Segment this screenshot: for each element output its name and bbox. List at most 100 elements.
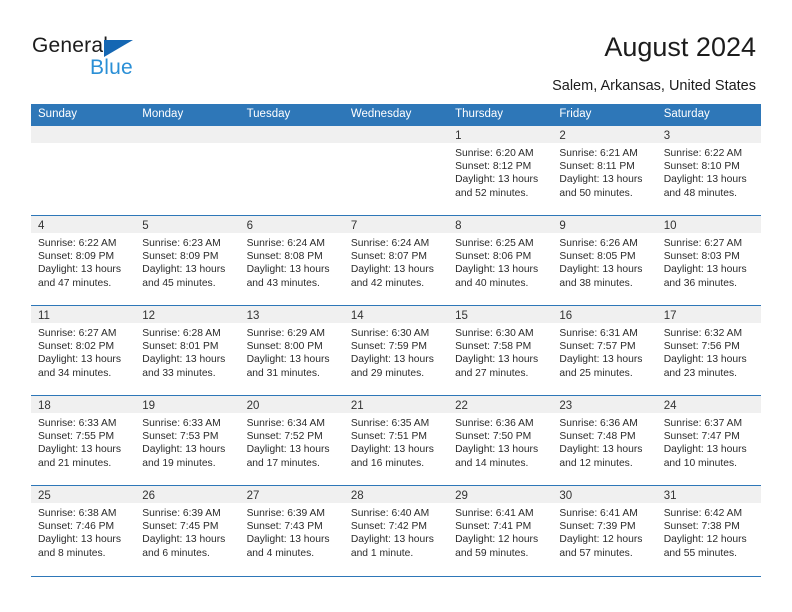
day-details: Sunrise: 6:40 AM Sunset: 7:42 PM Dayligh… (344, 503, 448, 560)
day-number: 1 (455, 130, 462, 142)
day-cell[interactable]: 5 Sunrise: 6:23 AM Sunset: 8:09 PM Dayli… (135, 216, 240, 305)
day-cell[interactable]: 22 Sunrise: 6:36 AM Sunset: 7:50 PM Dayl… (448, 396, 553, 485)
day-number-bar: 1 (448, 126, 553, 143)
sunset-line: Sunset: 7:51 PM (350, 431, 427, 443)
sunset-line: Sunset: 7:52 PM (246, 431, 323, 443)
day-cell[interactable]: 23 Sunrise: 6:36 AM Sunset: 7:48 PM Dayl… (552, 396, 657, 485)
day-cell[interactable]: 15 Sunrise: 6:30 AM Sunset: 7:58 PM Dayl… (448, 306, 553, 395)
day-number: 18 (38, 400, 51, 412)
day-cell[interactable]: 30 Sunrise: 6:41 AM Sunset: 7:39 PM Dayl… (552, 486, 657, 576)
day-number-bar: 6 (239, 216, 344, 233)
day-cell[interactable]: 7 Sunrise: 6:24 AM Sunset: 8:07 PM Dayli… (343, 216, 449, 305)
logo-text-blue: Blue (90, 56, 133, 79)
day-cell[interactable]: 27 Sunrise: 6:39 AM Sunset: 7:43 PM Dayl… (239, 486, 344, 576)
sunset-line: Sunset: 7:55 PM (38, 431, 115, 443)
sunrise-line: Sunrise: 6:25 AM (455, 238, 534, 249)
day-cell[interactable]: 12 Sunrise: 6:28 AM Sunset: 8:01 PM Dayl… (135, 306, 240, 395)
daylight-line-2: and 42 minutes. (350, 277, 425, 289)
sunrise-line: Sunrise: 6:24 AM (246, 238, 325, 249)
daylight-line-1: Daylight: 13 hours (455, 444, 539, 456)
calendar-grid: Sunday Monday Tuesday Wednesday Thursday… (31, 104, 761, 577)
day-cell[interactable]: 29 Sunrise: 6:41 AM Sunset: 7:41 PM Dayl… (448, 486, 553, 576)
day-cell[interactable]: 21 Sunrise: 6:35 AM Sunset: 7:51 PM Dayl… (343, 396, 449, 485)
day-details: Sunrise: 6:41 AM Sunset: 7:39 PM Dayligh… (552, 503, 656, 560)
day-cell[interactable]: 19 Sunrise: 6:33 AM Sunset: 7:53 PM Dayl… (135, 396, 240, 485)
day-cell[interactable]: 2 Sunrise: 6:21 AM Sunset: 8:11 PM Dayli… (552, 126, 657, 215)
daylight-line-2: and 55 minutes. (663, 547, 737, 559)
day-number-bar: 24 (656, 396, 761, 413)
daylight-line-2: and 12 minutes. (559, 457, 633, 469)
day-number-bar: 16 (552, 306, 657, 323)
weekday-thursday: Thursday (455, 108, 504, 120)
sunset-line: Sunset: 7:47 PM (663, 431, 740, 443)
day-cell[interactable] (239, 126, 344, 215)
day-cell[interactable]: 4 Sunrise: 6:22 AM Sunset: 8:09 PM Dayli… (31, 216, 136, 305)
day-number-bar: 5 (135, 216, 240, 233)
sunset-line: Sunset: 7:59 PM (350, 341, 427, 353)
day-number: 12 (142, 310, 156, 322)
day-number-bar: 19 (135, 396, 240, 413)
day-cell[interactable] (135, 126, 240, 215)
daylight-line-2: and 14 minutes. (455, 457, 529, 469)
day-details: Sunrise: 6:39 AM Sunset: 7:45 PM Dayligh… (135, 503, 239, 560)
calendar-page: General Blue August 2024 Salem, Arkansas… (0, 0, 792, 612)
daylight-line-1: Daylight: 13 hours (350, 264, 434, 276)
day-cell[interactable]: 20 Sunrise: 6:34 AM Sunset: 7:52 PM Dayl… (239, 396, 344, 485)
daylight-line-1: Daylight: 13 hours (246, 264, 330, 276)
day-number-bar: 7 (343, 216, 449, 233)
sunset-line: Sunset: 7:38 PM (663, 521, 740, 533)
day-cell[interactable]: 11 Sunrise: 6:27 AM Sunset: 8:02 PM Dayl… (31, 306, 136, 395)
day-number: 31 (663, 490, 677, 502)
day-cell[interactable] (31, 126, 136, 215)
sunrise-line: Sunrise: 6:34 AM (246, 418, 325, 429)
day-number-bar: 21 (343, 396, 449, 413)
day-cell[interactable]: 3 Sunrise: 6:22 AM Sunset: 8:10 PM Dayli… (656, 126, 761, 215)
day-cell[interactable]: 31 Sunrise: 6:42 AM Sunset: 7:38 PM Dayl… (656, 486, 761, 576)
day-details: Sunrise: 6:23 AM Sunset: 8:09 PM Dayligh… (135, 233, 239, 290)
day-cell[interactable]: 6 Sunrise: 6:24 AM Sunset: 8:08 PM Dayli… (239, 216, 344, 305)
day-details: Sunrise: 6:27 AM Sunset: 8:02 PM Dayligh… (31, 323, 135, 380)
sunrise-line: Sunrise: 6:27 AM (663, 238, 743, 249)
day-cell[interactable]: 8 Sunrise: 6:25 AM Sunset: 8:06 PM Dayli… (448, 216, 553, 305)
sunrise-line: Sunrise: 6:33 AM (142, 418, 221, 429)
daylight-line-2: and 33 minutes. (142, 367, 216, 379)
week-row: 11 Sunrise: 6:27 AM Sunset: 8:02 PM Dayl… (31, 305, 761, 395)
sunrise-line: Sunrise: 6:27 AM (38, 328, 117, 339)
day-cell[interactable]: 17 Sunrise: 6:32 AM Sunset: 7:56 PM Dayl… (656, 306, 761, 395)
general-blue-logo[interactable]: General Blue (32, 34, 232, 84)
sunset-line: Sunset: 8:01 PM (142, 341, 219, 353)
day-cell[interactable]: 26 Sunrise: 6:39 AM Sunset: 7:45 PM Dayl… (135, 486, 240, 576)
page-header: General Blue August 2024 Salem, Arkansas… (0, 0, 792, 100)
logo-triangle-icon (104, 40, 133, 57)
daylight-line-1: Daylight: 13 hours (142, 534, 226, 546)
day-cell[interactable]: 9 Sunrise: 6:26 AM Sunset: 8:05 PM Dayli… (552, 216, 657, 305)
day-cell[interactable]: 18 Sunrise: 6:33 AM Sunset: 7:55 PM Dayl… (31, 396, 136, 485)
sunset-line: Sunset: 7:46 PM (38, 521, 115, 533)
day-details: Sunrise: 6:36 AM Sunset: 7:50 PM Dayligh… (448, 413, 552, 470)
sunrise-line: Sunrise: 6:29 AM (246, 328, 325, 339)
sunset-line: Sunset: 8:11 PM (559, 161, 635, 173)
day-cell[interactable]: 24 Sunrise: 6:37 AM Sunset: 7:47 PM Dayl… (656, 396, 761, 485)
day-cell[interactable]: 13 Sunrise: 6:29 AM Sunset: 8:00 PM Dayl… (239, 306, 344, 395)
daylight-line-2: and 34 minutes. (38, 367, 112, 379)
day-cell[interactable]: 1 Sunrise: 6:20 AM Sunset: 8:12 PM Dayli… (448, 126, 553, 215)
daylight-line-1: Daylight: 12 hours (559, 534, 643, 546)
day-cell[interactable]: 10 Sunrise: 6:27 AM Sunset: 8:03 PM Dayl… (656, 216, 761, 305)
daylight-line-1: Daylight: 13 hours (663, 264, 747, 276)
daylight-line-1: Daylight: 13 hours (246, 444, 330, 456)
day-details: Sunrise: 6:39 AM Sunset: 7:43 PM Dayligh… (240, 503, 344, 560)
day-cell[interactable]: 25 Sunrise: 6:38 AM Sunset: 7:46 PM Dayl… (31, 486, 136, 576)
sunset-line: Sunset: 7:45 PM (142, 521, 219, 533)
day-details: Sunrise: 6:31 AM Sunset: 7:57 PM Dayligh… (552, 323, 656, 380)
sunset-line: Sunset: 8:02 PM (38, 341, 115, 353)
day-number-bar: 30 (552, 486, 657, 503)
sunrise-line: Sunrise: 6:36 AM (559, 418, 638, 429)
sunrise-line: Sunrise: 6:38 AM (38, 508, 117, 519)
day-cell[interactable]: 28 Sunrise: 6:40 AM Sunset: 7:42 PM Dayl… (343, 486, 449, 576)
day-cell[interactable]: 14 Sunrise: 6:30 AM Sunset: 7:59 PM Dayl… (343, 306, 449, 395)
sunrise-line: Sunrise: 6:21 AM (559, 148, 638, 159)
daylight-line-1: Daylight: 13 hours (246, 354, 330, 366)
day-cell[interactable]: 16 Sunrise: 6:31 AM Sunset: 7:57 PM Dayl… (552, 306, 657, 395)
daylight-line-2: and 21 minutes. (38, 457, 112, 469)
day-cell[interactable] (343, 126, 449, 215)
